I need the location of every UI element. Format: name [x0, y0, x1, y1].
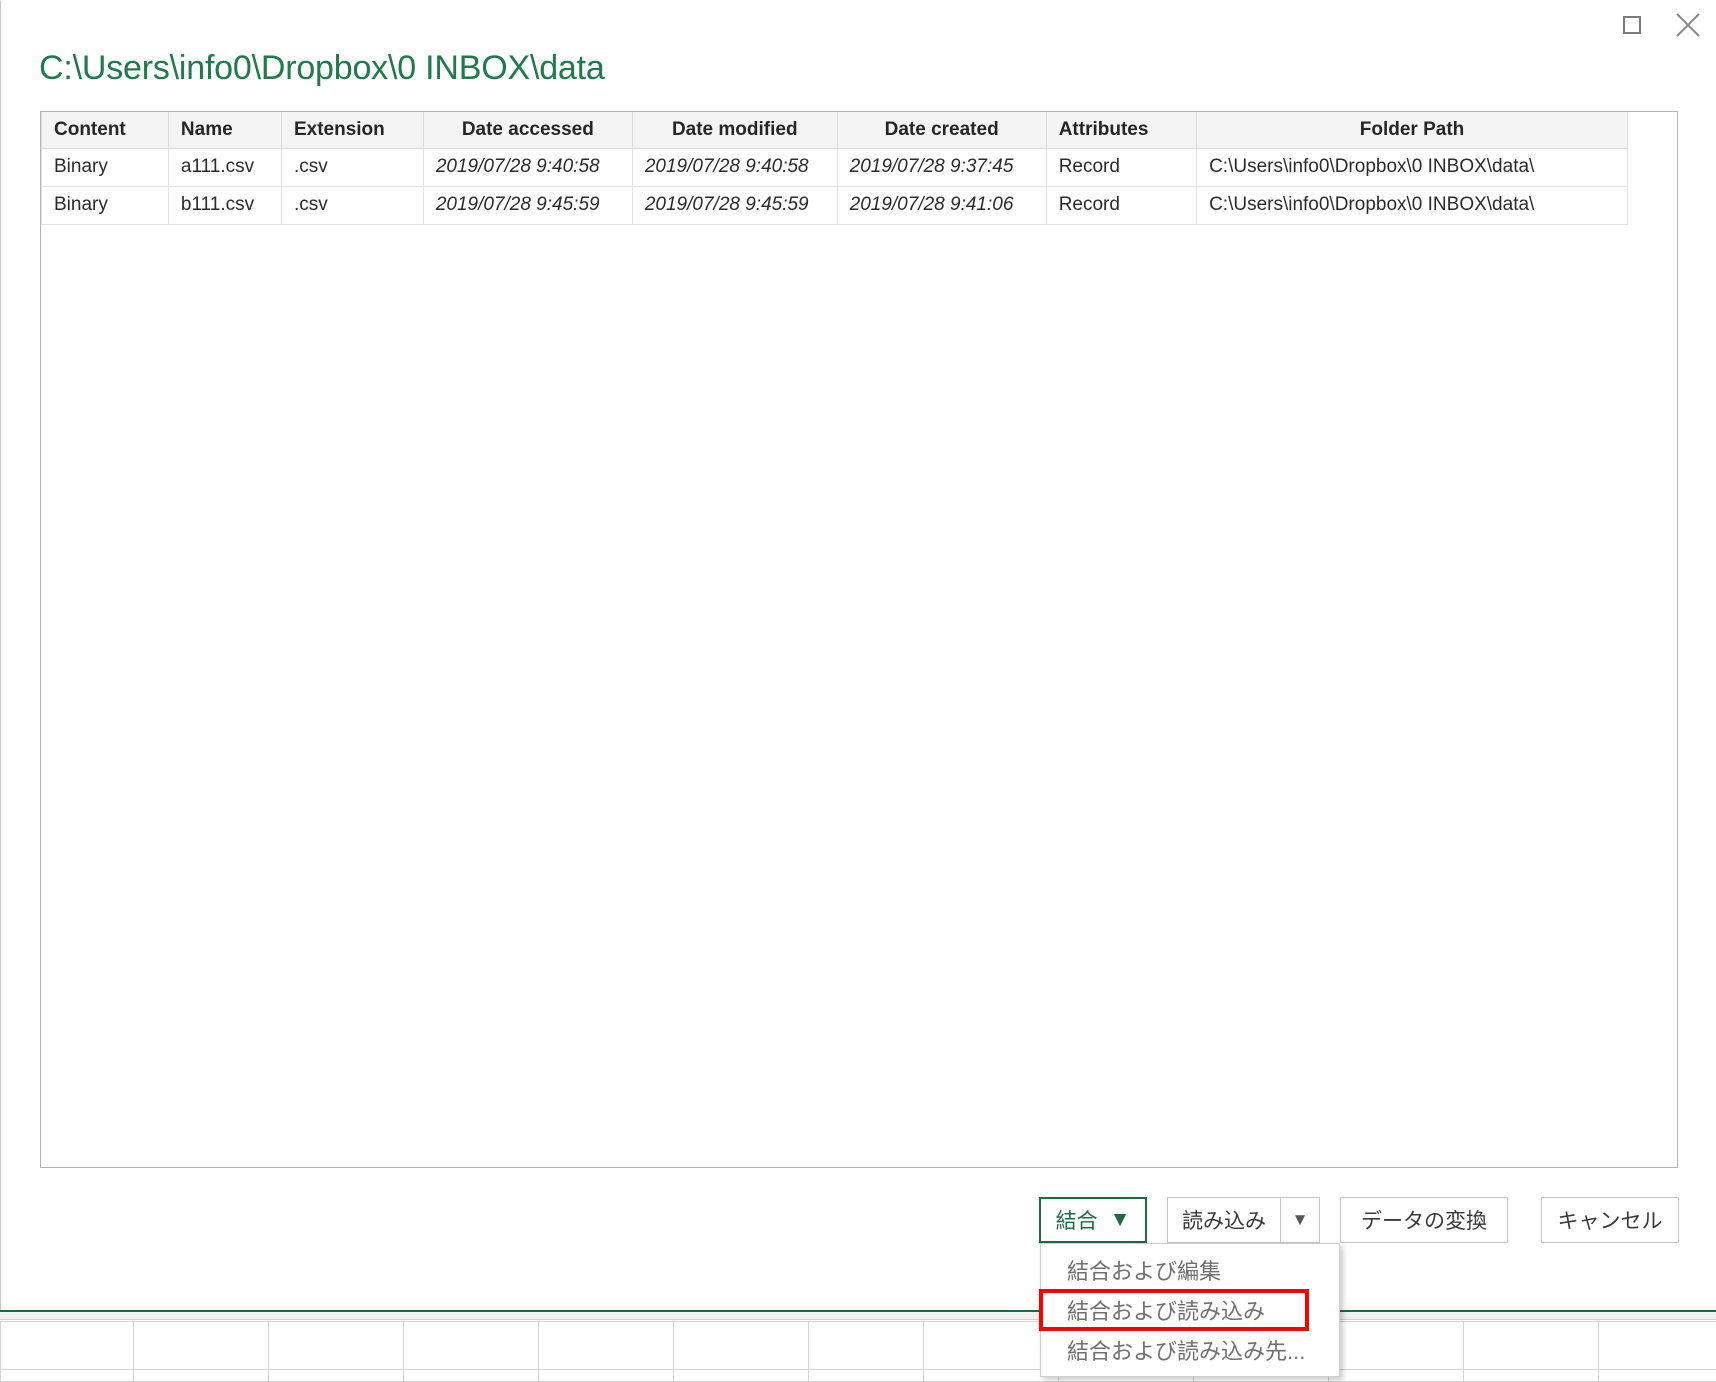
page-title: C:\Users\info0\Dropbox\0 INBOX\data [39, 49, 605, 87]
cell-date-modified: 2019/07/28 9:40:58 [631, 147, 838, 187]
grid-column-line [1463, 1321, 1464, 1381]
folder-preview-dialog: C:\Users\info0\Dropbox\0 INBOX\data Cont… [0, 0, 1716, 1310]
grid-column-line [268, 1321, 269, 1381]
cell-date-modified: 2019/07/28 9:45:59 [631, 185, 838, 225]
load-button[interactable]: 読み込み [1167, 1197, 1280, 1243]
column-header-attributes[interactable]: Attributes [1045, 112, 1198, 149]
grid-column-line [538, 1321, 539, 1381]
combine-dropdown-menu: 結合および編集 結合および読み込み 結合および読み込み先... [1039, 1243, 1340, 1377]
column-header-content[interactable]: Content [41, 112, 169, 149]
grid-column-line [403, 1321, 404, 1381]
cell-name: a111.csv [167, 147, 282, 187]
table-row[interactable]: Binary b111.csv .csv 2019/07/28 9:45:59 2019… [41, 185, 1628, 225]
combine-button-label: 結合 [1055, 1210, 1098, 1233]
table-header-row: Content Name Extension Date accessed Date mo… [41, 112, 1628, 149]
column-header-date-created[interactable]: Date created [836, 112, 1047, 149]
transform-data-button[interactable]: データの変換 [1340, 1197, 1508, 1243]
menu-item-2[interactable]: 結合および読み込み先... [1041, 1331, 1339, 1369]
cell-extension: .csv [280, 147, 424, 187]
grid-row-line [0, 1369, 1716, 1370]
column-header-date-accessed[interactable]: Date accessed [422, 112, 633, 149]
grid-row-line [0, 1321, 1716, 1322]
maximize-icon[interactable] [1604, 2, 1660, 48]
table-row[interactable]: Binary a111.csv .csv 2019/07/28 9:40:58 2019… [41, 147, 1628, 187]
combine-button[interactable]: 結合 ▼ [1039, 1197, 1147, 1243]
cell-content: Binary [41, 185, 169, 225]
column-header-extension[interactable]: Extension [280, 112, 424, 149]
grid-column-line [0, 1321, 1, 1381]
window-controls [1604, 1, 1716, 49]
cell-content: Binary [41, 147, 169, 187]
chevron-down-icon: ▼ [1109, 1208, 1131, 1231]
cell-date-created: 2019/07/28 9:41:06 [836, 185, 1047, 225]
file-list-table: Content Name Extension Date accessed Date mo… [41, 112, 1628, 225]
load-dropdown-button[interactable]: ▼ [1280, 1197, 1320, 1243]
cell-folder-path: C:\Users\info0\Dropbox\0 INBOX\data\ [1196, 147, 1628, 187]
chevron-down-icon: ▼ [1291, 1210, 1309, 1229]
worksheet-cell-grid[interactable] [0, 1321, 1716, 1382]
cell-name: b111.csv [167, 185, 282, 225]
cell-attributes: Record [1045, 147, 1198, 187]
transform-data-button-label: データの変換 [1361, 1210, 1487, 1233]
column-header-name[interactable]: Name [167, 112, 282, 149]
cell-attributes: Record [1045, 185, 1198, 225]
menu-item-0[interactable]: 結合および編集 [1041, 1251, 1339, 1289]
column-header-folder-path[interactable]: Folder Path [1196, 112, 1628, 149]
worksheet-column-header-band [0, 1312, 1716, 1320]
column-header-date-modified[interactable]: Date modified [631, 112, 838, 149]
grid-column-line [673, 1321, 674, 1381]
grid-column-line [133, 1321, 134, 1381]
grid-column-line [808, 1321, 809, 1381]
load-button-label: 読み込み [1182, 1210, 1266, 1233]
table-body: Binary a111.csv .csv 2019/07/28 9:40:58 2019… [41, 147, 1628, 225]
cancel-button[interactable]: キャンセル [1541, 1197, 1679, 1243]
cell-extension: .csv [280, 185, 424, 225]
preview-pane: Content Name Extension Date accessed Date mo… [40, 111, 1678, 1168]
cell-date-accessed: 2019/07/28 9:40:58 [422, 147, 633, 187]
grid-column-line [923, 1321, 924, 1381]
dialog-button-row: 結合 ▼ 読み込み ▼ データの変換 キャンセル [1, 1197, 1716, 1257]
cancel-button-label: キャンセル [1557, 1210, 1663, 1233]
close-icon[interactable] [1660, 2, 1716, 48]
cell-date-created: 2019/07/28 9:37:45 [836, 147, 1047, 187]
grid-column-line [1598, 1321, 1599, 1381]
cell-date-accessed: 2019/07/28 9:45:59 [422, 185, 633, 225]
cell-folder-path: C:\Users\info0\Dropbox\0 INBOX\data\ [1196, 185, 1628, 225]
menu-item-1[interactable]: 結合および読み込み [1039, 1289, 1309, 1331]
